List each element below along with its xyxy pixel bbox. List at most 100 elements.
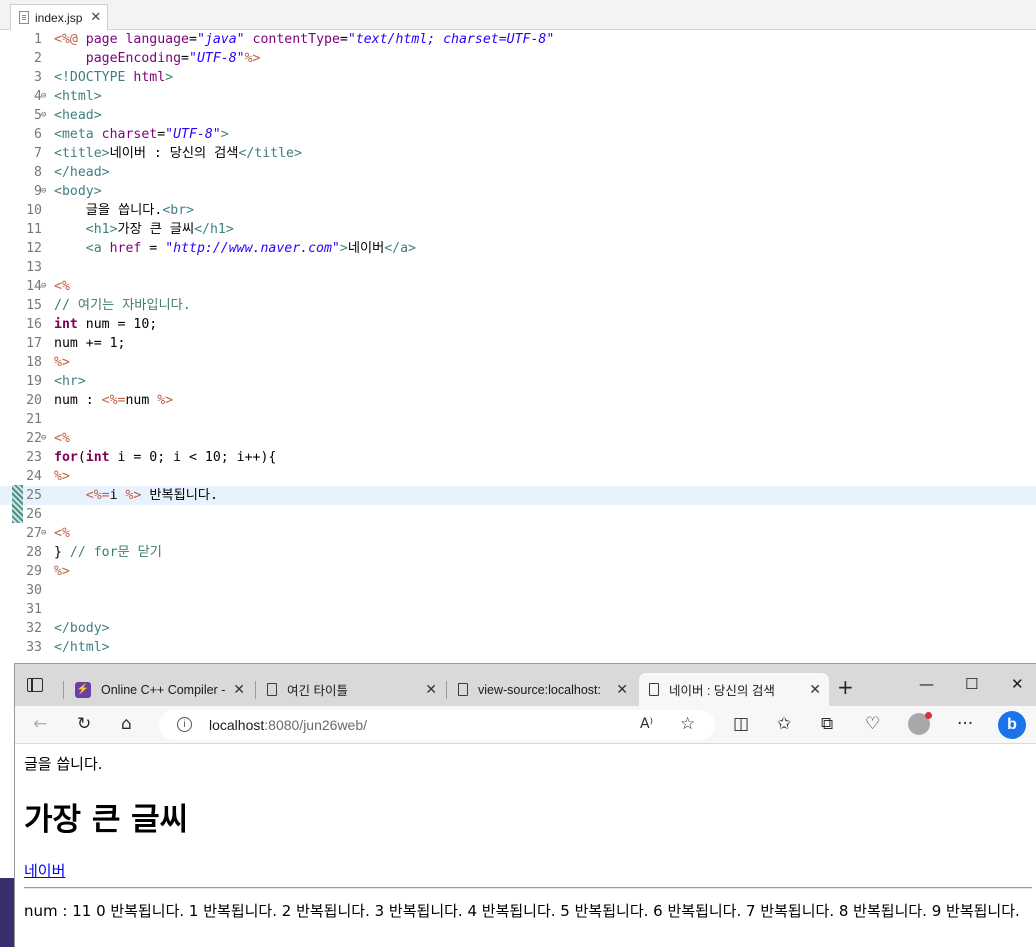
read-aloud-icon[interactable]: A⁾: [640, 714, 653, 734]
code-line[interactable]: 14 ⊖ <%: [0, 277, 1036, 296]
code-line[interactable]: 19 <hr>: [0, 372, 1036, 391]
bing-chat-icon[interactable]: b: [998, 711, 1026, 739]
back-icon[interactable]: ←: [33, 714, 47, 734]
code-line[interactable]: 25 <%=i %> 반복됩니다.: [0, 486, 1036, 505]
code-line[interactable]: 2 pageEncoding="UTF-8"%>: [0, 49, 1036, 68]
code-token: contentType: [252, 32, 340, 47]
code-token: "java": [196, 32, 245, 47]
editor-tab-index-jsp[interactable]: index.jsp ✕: [10, 4, 108, 30]
code-line[interactable]: 32 </body>: [0, 619, 1036, 638]
horizontal-rule: [24, 887, 1032, 889]
code-line[interactable]: 4 ⊖ <html>: [0, 87, 1036, 106]
code-editor[interactable]: index.jsp ✕ 1 <%@ page language="java" co…: [0, 0, 1036, 662]
browser-tab-title-page[interactable]: 여긴 타이틀 ✕: [257, 673, 445, 706]
code-line[interactable]: 8 </head>: [0, 163, 1036, 182]
code-token: %>: [54, 355, 70, 370]
maximize-button[interactable]: ☐: [965, 675, 978, 693]
code-line[interactable]: 11 <h1>가장 큰 글씨</h1>: [0, 220, 1036, 239]
fold-toggle-icon[interactable]: ⊖: [41, 186, 46, 196]
code-line[interactable]: 27 ⊖ <%: [0, 524, 1036, 543]
line-number: 20: [26, 393, 42, 408]
browser-tab-online-compiler[interactable]: ⚡ Online C++ Compiler - o ✕: [67, 673, 253, 706]
tab-actions-icon[interactable]: [27, 678, 43, 692]
code-line[interactable]: 31: [0, 600, 1036, 619]
code-text: pageEncoding="UTF-8"%>: [54, 49, 261, 68]
line-number: 10: [26, 203, 42, 218]
browser-tab-naver-active[interactable]: 네이버 : 당신의 검색 ✕: [639, 673, 829, 706]
close-window-button[interactable]: ✕: [1011, 675, 1024, 693]
line-number: 14: [26, 279, 42, 294]
favorites-icon[interactable]: ✩: [777, 714, 791, 734]
code-line[interactable]: 24 %>: [0, 467, 1036, 486]
code-area[interactable]: 1 <%@ page language="java" contentType="t…: [0, 30, 1036, 662]
line-number: 2: [34, 51, 42, 66]
more-menu-icon[interactable]: ···: [957, 714, 973, 734]
close-tab-icon[interactable]: ✕: [233, 681, 245, 698]
address-bar[interactable]: i localhost:8080/jun26web/ A⁾ ☆: [159, 710, 715, 740]
line-number: 28: [26, 545, 42, 560]
collections-icon[interactable]: ⧉: [821, 714, 833, 734]
split-screen-icon[interactable]: ◫: [733, 714, 749, 734]
code-line[interactable]: 5 ⊖ <head>: [0, 106, 1036, 125]
minimize-button[interactable]: —: [919, 675, 934, 693]
line-number: 24: [26, 469, 42, 484]
fold-toggle-icon[interactable]: ⊖: [41, 281, 46, 291]
code-line[interactable]: 7 <title>네이버 : 당신의 검색</title>: [0, 144, 1036, 163]
code-text: </html>: [54, 638, 110, 657]
code-token: charset: [101, 127, 158, 142]
code-line[interactable]: 12 <a href = "http://www.naver.com">네이버<…: [0, 239, 1036, 258]
code-line[interactable]: 30: [0, 581, 1036, 600]
code-line[interactable]: 10 글을 씁니다.<br>: [0, 201, 1036, 220]
code-line[interactable]: 23 for(int i = 0; i < 10; i++){: [0, 448, 1036, 467]
code-line[interactable]: 1 <%@ page language="java" contentType="t…: [0, 30, 1036, 49]
fold-toggle-icon[interactable]: ⊖: [41, 433, 46, 443]
code-line[interactable]: 28} // for문 닫기: [0, 543, 1036, 562]
favorite-star-icon[interactable]: ☆: [680, 714, 695, 734]
code-token: <br>: [162, 203, 195, 218]
browser-tab-view-source[interactable]: view-source:localhost:80 ✕: [448, 673, 636, 706]
page-icon: [458, 683, 468, 696]
fold-toggle-icon[interactable]: ⊖: [41, 91, 46, 101]
close-tab-icon[interactable]: ✕: [809, 681, 821, 698]
code-line[interactable]: 15 // 여기는 자바입니다.: [0, 296, 1036, 315]
code-token: </head>: [54, 165, 110, 180]
code-line[interactable]: 3 <!DOCTYPE html>: [0, 68, 1036, 87]
code-token: =: [141, 241, 166, 256]
close-tab-icon[interactable]: ✕: [616, 681, 628, 698]
code-text: <head>: [54, 106, 102, 125]
code-line[interactable]: 13: [0, 258, 1036, 277]
code-token: =: [157, 127, 166, 142]
code-line[interactable]: 26: [0, 505, 1036, 524]
tab-title: 네이버 : 당신의 검색: [669, 684, 775, 698]
close-tab-icon[interactable]: ✕: [425, 681, 437, 698]
code-line[interactable]: 18 %>: [0, 353, 1036, 372]
new-tab-button[interactable]: +: [837, 677, 854, 697]
code-token: 가장 큰 글씨: [117, 222, 195, 237]
site-info-icon[interactable]: i: [177, 717, 192, 732]
refresh-icon[interactable]: ↻: [77, 714, 91, 734]
profile-avatar[interactable]: [908, 712, 932, 735]
code-token: // for문 닫기: [69, 545, 162, 560]
rendered-page: 글을 씁니다. 가장 큰 글씨 네이버 num : 11 0 반복됩니다. 1 …: [15, 744, 1036, 948]
code-line[interactable]: 33 </html>: [0, 638, 1036, 657]
home-icon[interactable]: ⌂: [121, 714, 132, 734]
code-line[interactable]: 22 ⊖ <%: [0, 429, 1036, 448]
code-text: %>: [54, 353, 70, 372]
code-line[interactable]: 21: [0, 410, 1036, 429]
code-line[interactable]: 16 int num = 10;: [0, 315, 1036, 334]
code-token: <%: [54, 279, 70, 294]
code-token: <body>: [54, 184, 102, 199]
close-tab-icon[interactable]: ✕: [90, 11, 101, 24]
performance-icon[interactable]: ♡: [865, 714, 880, 734]
fold-toggle-icon[interactable]: ⊖: [41, 528, 46, 538]
code-text: <body>: [54, 182, 102, 201]
code-line[interactable]: 20 num : <%=num %>: [0, 391, 1036, 410]
code-line[interactable]: 9 ⊖ <body>: [0, 182, 1036, 201]
code-line[interactable]: 6 <meta charset="UTF-8">: [0, 125, 1036, 144]
code-line[interactable]: 29 %>: [0, 562, 1036, 581]
fold-toggle-icon[interactable]: ⊖: [41, 110, 46, 120]
code-token: href: [109, 241, 142, 256]
code-line[interactable]: 17 num += 1;: [0, 334, 1036, 353]
naver-link[interactable]: 네이버: [24, 860, 65, 881]
